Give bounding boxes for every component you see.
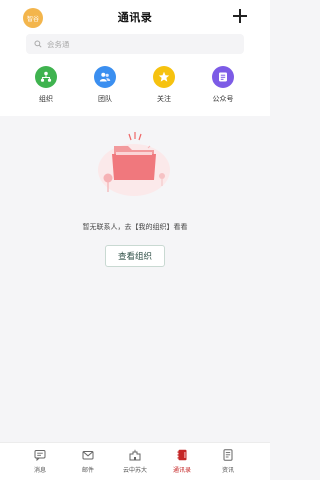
page-title: 通讯录 <box>117 11 153 24</box>
tab-mail[interactable]: 邮件 <box>68 449 108 474</box>
view-organization-button[interactable]: 查看组织 <box>105 245 165 267</box>
quick-link-label: 关注 <box>157 95 171 103</box>
search-input[interactable]: 会务通 <box>26 34 244 54</box>
search-placeholder: 会务通 <box>47 39 70 49</box>
contacts-icon <box>177 449 187 461</box>
news-icon <box>223 449 233 461</box>
campus-icon <box>129 449 141 461</box>
tab-label: 资讯 <box>221 467 234 474</box>
tab-label: 邮件 <box>81 467 94 474</box>
tab-messages[interactable]: 消息 <box>20 449 60 474</box>
top-bar: 智谷 通讯录 <box>0 0 270 34</box>
quick-link-label: 组织 <box>39 95 53 103</box>
tab-label: 通讯录 <box>172 467 191 474</box>
quick-link-label: 公众号 <box>212 95 234 103</box>
quick-link-label: 团队 <box>98 95 112 103</box>
bottom-tab-bar: 消息 邮件 云中苏大 通讯录 资讯 <box>0 442 270 480</box>
empty-state-message: 暂无联系人，去【我的组织】看看 <box>82 223 188 231</box>
quick-link-org[interactable]: 组织 <box>26 66 66 104</box>
quick-link-public-account[interactable]: 公众号 <box>203 66 243 104</box>
org-icon <box>35 66 57 88</box>
search-icon <box>34 40 42 48</box>
tab-campus[interactable]: 云中苏大 <box>115 449 155 474</box>
contacts-page: 智谷 通讯录 会务通 组织 团队 关注 公众号 暂无联系人，去【我的组织】看看 … <box>0 0 270 480</box>
tab-label: 消息 <box>33 467 46 474</box>
avatar[interactable]: 智谷 <box>23 8 43 28</box>
public-account-icon <box>212 66 234 88</box>
mail-icon <box>82 451 94 460</box>
team-icon <box>94 66 116 88</box>
tab-contacts[interactable]: 通讯录 <box>162 449 202 474</box>
quick-link-team[interactable]: 团队 <box>85 66 125 104</box>
empty-folder-icon <box>98 132 170 196</box>
tab-news[interactable]: 资讯 <box>208 449 248 474</box>
quick-link-follow[interactable]: 关注 <box>144 66 184 104</box>
message-icon <box>34 450 46 461</box>
quick-links: 组织 团队 关注 公众号 <box>0 58 270 116</box>
star-icon <box>153 66 175 88</box>
tab-label: 云中苏大 <box>122 467 147 474</box>
add-icon[interactable] <box>233 9 247 23</box>
search-area: 会务通 <box>0 34 270 58</box>
